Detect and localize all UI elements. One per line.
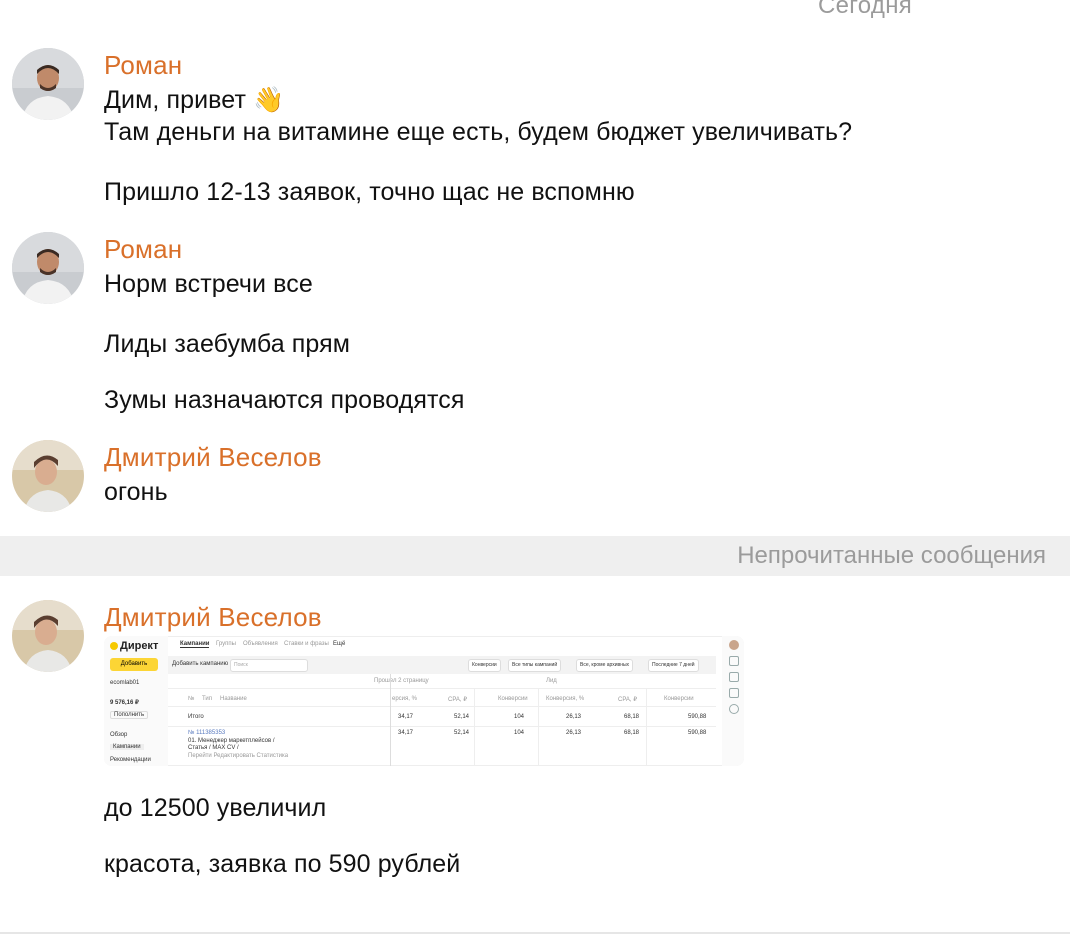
screenshot-col-header: Название xyxy=(220,696,247,702)
screenshot-tab: Объявления xyxy=(243,641,278,647)
screenshot-col-header: CPA, ₽ xyxy=(448,697,468,703)
message-text: огонь xyxy=(104,478,168,506)
divider xyxy=(0,932,1070,934)
screenshot-campaign-cell: 68,18 xyxy=(624,730,640,736)
screenshot-total-cell: 34,17 xyxy=(398,714,414,720)
screenshot-filter: Все типы кампаний xyxy=(508,659,562,672)
screenshot-sidebar: Директ Добавить ecomlab01 9 576,16 ₽ Поп… xyxy=(104,636,168,766)
screenshot-total-cell: 52,14 xyxy=(454,714,470,720)
screenshot-filter: Последние 7 дней xyxy=(648,659,699,672)
screenshot-filter: Конверсии xyxy=(468,659,501,672)
screenshot-nav-recommendations: Рекомендации xyxy=(110,757,151,763)
screenshot-col-header: CPA, ₽ xyxy=(618,697,638,703)
screenshot-topup: Пополнить xyxy=(110,711,149,719)
screenshot-campaign-cell: 26,13 xyxy=(566,730,582,736)
screenshot-tab: Группы xyxy=(216,641,236,647)
avatar[interactable] xyxy=(12,232,84,304)
screenshot-col-header: № xyxy=(188,696,195,702)
unread-divider: Непрочитанные сообщения xyxy=(0,536,1070,576)
message-text: Норм встречи все xyxy=(104,270,313,298)
screenshot-nav-campaigns: Кампании xyxy=(110,744,144,750)
screenshot-col-header: Конверсии xyxy=(498,696,528,702)
screenshot-campaign-id: № 111385353 xyxy=(188,730,226,736)
author-name[interactable]: Роман xyxy=(104,50,182,81)
attached-screenshot[interactable]: Директ Добавить ecomlab01 9 576,16 ₽ Поп… xyxy=(104,636,744,766)
message-text: Лиды заебумба прям xyxy=(104,330,351,358)
author-name[interactable]: Роман xyxy=(104,234,182,265)
message-text: Зумы назначаются проводятся xyxy=(104,386,465,414)
screenshot-filter: Все, кроме архивных xyxy=(576,659,634,672)
screenshot-campaign-cell: 590,88 xyxy=(688,730,707,736)
screenshot-right-bar xyxy=(722,636,744,766)
screenshot-campaign-cell: 34,17 xyxy=(398,730,414,736)
message-text: Дим, привет 👋 xyxy=(104,86,285,114)
screenshot-group-header: Прошел 2 страницу xyxy=(374,678,429,684)
author-name[interactable]: Дмитрий Веселов xyxy=(104,602,322,633)
screenshot-total-cell: 590,88 xyxy=(688,714,707,720)
message-text: Там деньги на витамине еще есть, будем б… xyxy=(104,118,853,146)
screenshot-add-button: Добавить xyxy=(110,658,158,671)
screenshot-total-cell: 68,18 xyxy=(624,714,640,720)
unread-label: Непрочитанные сообщения xyxy=(737,542,1046,569)
screenshot-col-header: Конверсия, % xyxy=(546,696,585,702)
screenshot-search: Поиск xyxy=(230,659,308,672)
screenshot-col-header: ерсия, % xyxy=(392,696,417,702)
screenshot-col-header: Конверсии xyxy=(664,696,694,702)
avatar[interactable] xyxy=(12,600,84,672)
author-name[interactable]: Дмитрий Веселов xyxy=(104,442,322,473)
screenshot-overview: Обзор xyxy=(110,732,128,738)
screenshot-total-cell: 104 xyxy=(514,714,525,720)
screenshot-balance: 9 576,16 ₽ xyxy=(110,700,139,706)
screenshot-campaign-cell: 104 xyxy=(514,730,525,736)
screenshot-total-cell: 26,13 xyxy=(566,714,582,720)
message-text: до 12500 увеличил xyxy=(104,794,327,822)
screenshot-campaign-name: 01. Менеджер маркетплейсов / xyxy=(188,738,275,744)
screenshot-total-label: Итого xyxy=(188,714,204,720)
screenshot-group-header: Лид xyxy=(546,678,557,684)
screenshot-campaign-links: Перейти Редактировать Статистика xyxy=(188,753,289,759)
screenshot-campaign-cell: 52,14 xyxy=(454,730,470,736)
screenshot-col-header: Тип xyxy=(202,696,213,702)
screenshot-account: ecomlab01 xyxy=(110,680,140,686)
screenshot-table: Прошел 2 страницу Лид № Тип Название ерс… xyxy=(168,674,716,766)
screenshot-tab: Кампании xyxy=(180,641,210,648)
direct-logo: Директ xyxy=(110,640,158,652)
avatar[interactable] xyxy=(12,48,84,120)
avatar[interactable] xyxy=(12,440,84,512)
screenshot-tab: Ставки и фразы xyxy=(284,641,329,647)
screenshot-add-campaign: Добавить кампанию xyxy=(172,661,229,667)
screenshot-tab: Ещё xyxy=(333,641,346,647)
date-header: Сегодня xyxy=(818,0,913,19)
screenshot-campaign-name: Статья / MAX CV / xyxy=(188,745,239,751)
message-text: Пришло 12-13 заявок, точно щас не вспомн… xyxy=(104,178,635,206)
screenshot-toolbar: Добавить кампанию Поиск Конверсии Все ти… xyxy=(168,656,716,674)
message-text: красота, заявка по 590 рублей xyxy=(104,850,461,878)
